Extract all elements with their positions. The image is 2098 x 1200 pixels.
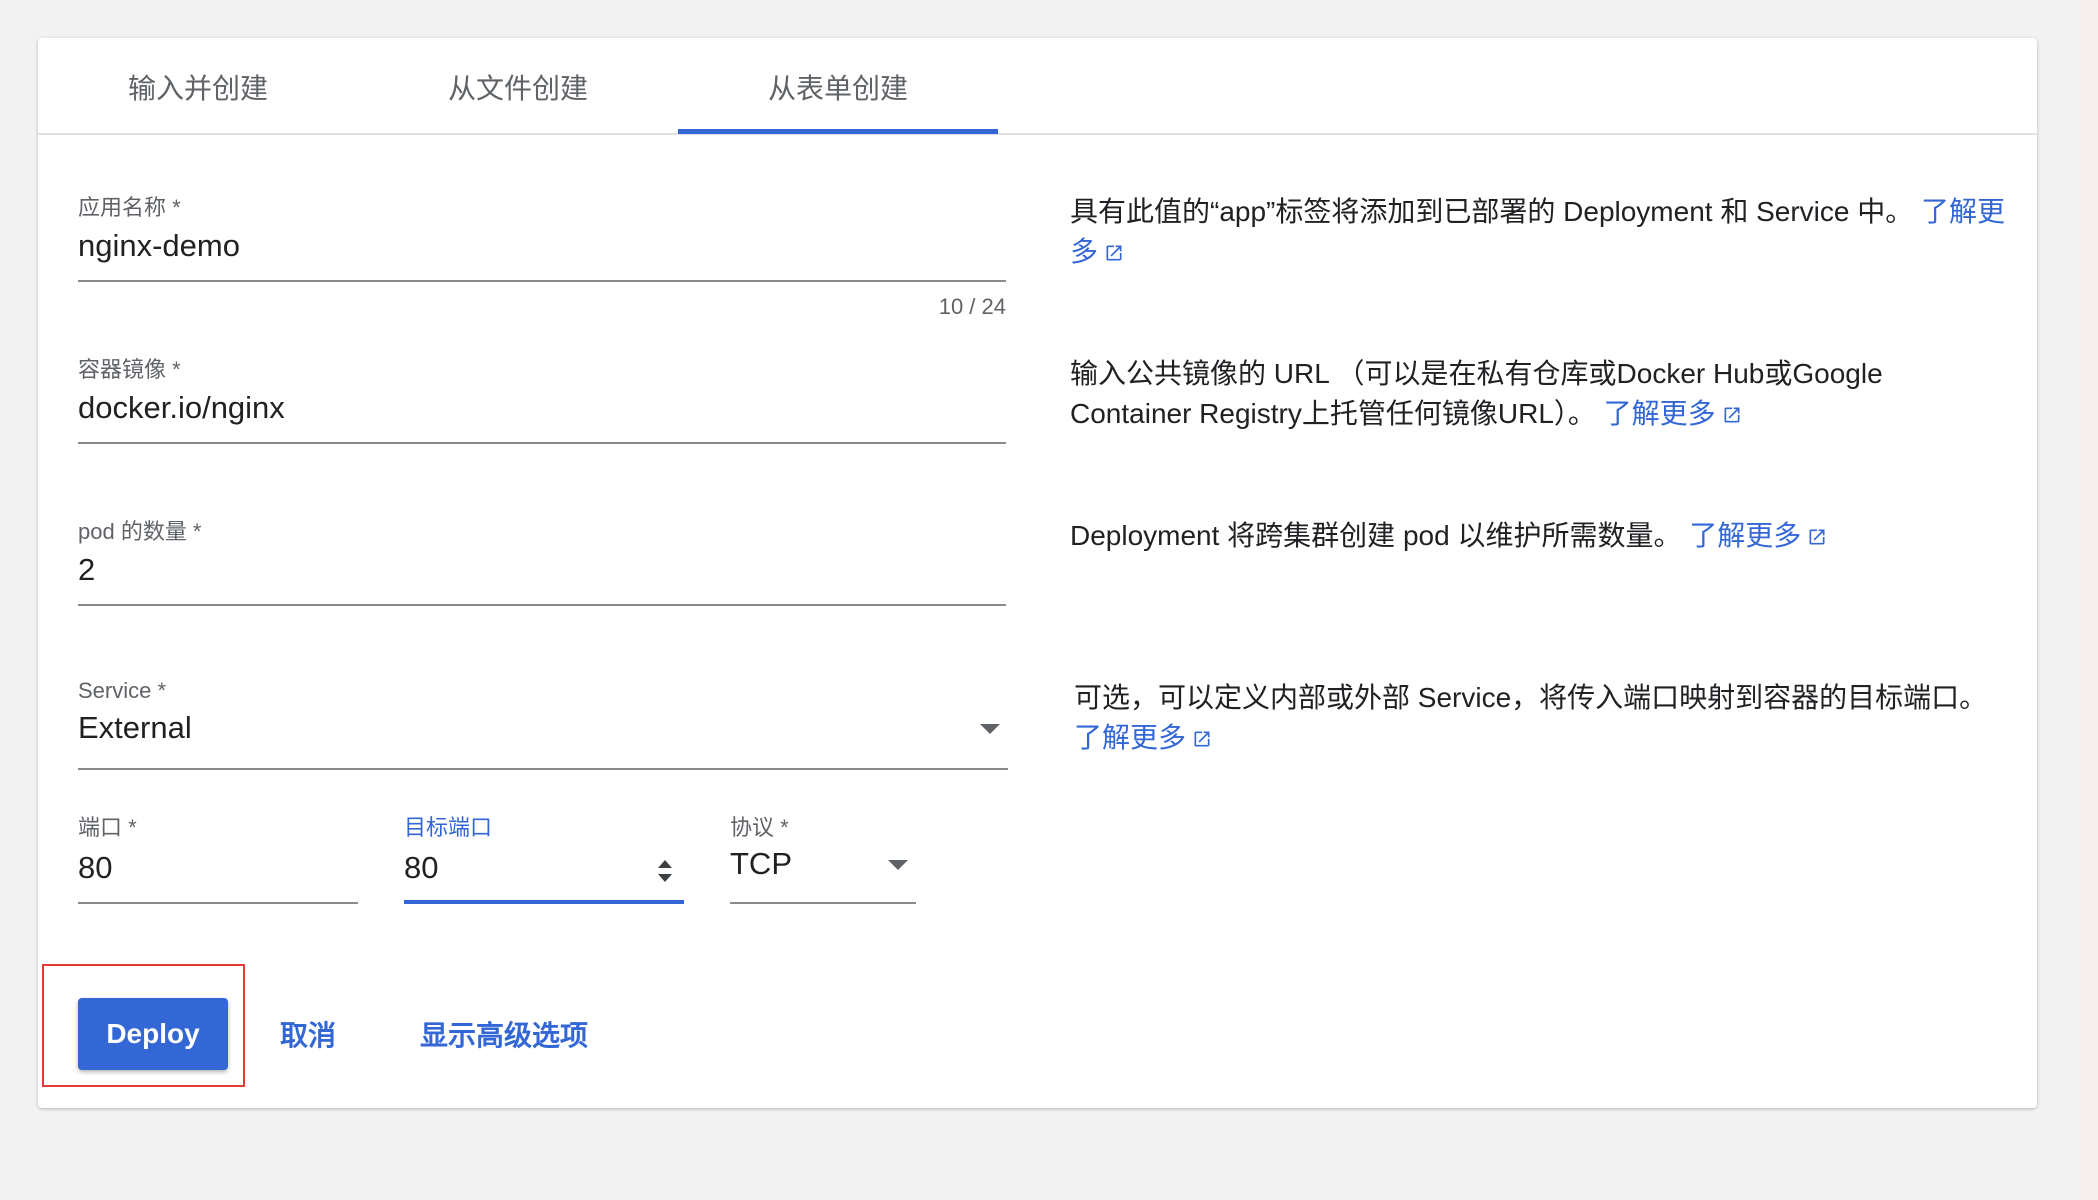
container-image-field: 容器镜像 * (78, 352, 1006, 452)
app-name-field: 应用名称 * 10 / 24 (78, 190, 1006, 330)
target-port-underline (404, 900, 684, 904)
pod-count-input[interactable] (78, 548, 1006, 592)
app-name-input[interactable] (78, 224, 1006, 268)
app-name-label: 应用名称 * (78, 195, 181, 220)
create-form-card: 输入并创建 从文件创建 从表单创建 应用名称 * 10 / 24 容器镜像 * … (38, 38, 2037, 1108)
stepper-up-icon[interactable] (658, 860, 672, 868)
tab-create-from-form[interactable]: 从表单创建 (678, 38, 998, 135)
pod-count-field: pod 的数量 * (78, 514, 1006, 614)
protocol-dropdown-arrow-icon[interactable] (888, 860, 908, 870)
port-input[interactable] (78, 846, 358, 890)
app-name-char-counter: 10 / 24 (938, 294, 1006, 319)
service-selected-value: External (78, 710, 192, 745)
port-underline (78, 902, 358, 904)
stepper-down-icon[interactable] (658, 874, 672, 882)
target-port-input[interactable] (404, 846, 644, 890)
container-image-help: 输入公共镜像的 URL （可以是在私有仓库或Docker Hub或Google … (1070, 354, 1950, 434)
target-port-label: 目标端口 (404, 815, 493, 840)
container-image-label: 容器镜像 * (78, 357, 181, 382)
container-image-learn-more-link[interactable]: 了解更多 (1604, 398, 1742, 429)
tab-bar: 输入并创建 从文件创建 从表单创建 (38, 38, 2037, 135)
port-field: 端口 * (78, 810, 358, 910)
deploy-button[interactable]: Deploy (78, 998, 228, 1070)
open-in-new-icon (1194, 731, 1210, 747)
open-in-new-icon (1809, 529, 1825, 545)
pod-count-underline (78, 604, 1006, 606)
active-tab-indicator (678, 129, 998, 134)
protocol-selected-value: TCP (730, 846, 792, 881)
target-port-stepper[interactable] (654, 856, 676, 886)
container-image-help-text: 输入公共镜像的 URL （可以是在私有仓库或Docker Hub或Google … (1070, 358, 1883, 429)
cancel-button[interactable]: 取消 (280, 998, 336, 1070)
service-learn-more-link[interactable]: 了解更多 (1074, 722, 1212, 753)
open-in-new-icon (1106, 245, 1122, 261)
service-select-field[interactable]: Service * External (78, 678, 1008, 778)
protocol-underline (730, 902, 916, 904)
tab-input-and-create[interactable]: 输入并创建 (38, 38, 358, 135)
service-label: Service * (78, 678, 167, 703)
service-dropdown-arrow-icon[interactable] (980, 724, 1000, 734)
protocol-label: 协议 * (730, 815, 789, 840)
open-in-new-icon (1724, 407, 1740, 423)
container-image-input[interactable] (78, 386, 1006, 430)
service-help: 可选，可以定义内部或外部 Service，将传入端口映射到容器的目标端口。 了解… (1074, 678, 2014, 758)
service-help-text: 可选，可以定义内部或外部 Service，将传入端口映射到容器的目标端口。 (1074, 682, 1988, 713)
container-image-underline (78, 442, 1006, 444)
pod-count-help-text: Deployment 将跨集群创建 pod 以维护所需数量。 (1070, 520, 1682, 551)
app-name-help: 具有此值的“app”标签将添加到已部署的 Deployment 和 Servic… (1070, 192, 2010, 272)
show-advanced-options-button[interactable]: 显示高级选项 (420, 998, 588, 1070)
tab-create-from-file[interactable]: 从文件创建 (358, 38, 678, 135)
pod-count-help: Deployment 将跨集群创建 pod 以维护所需数量。 了解更多 (1070, 516, 2010, 556)
pod-count-learn-more-link[interactable]: 了解更多 (1689, 520, 1827, 551)
app-name-underline (78, 280, 1006, 282)
scrollbar-track[interactable] (2078, 0, 2098, 1200)
app-name-help-text: 具有此值的“app”标签将添加到已部署的 Deployment 和 Servic… (1070, 196, 1914, 227)
port-label: 端口 * (78, 815, 137, 840)
pod-count-label: pod 的数量 * (78, 519, 202, 544)
target-port-field: 目标端口 (404, 810, 684, 910)
protocol-select-field[interactable]: 协议 * TCP (730, 810, 916, 910)
service-underline (78, 768, 1008, 770)
